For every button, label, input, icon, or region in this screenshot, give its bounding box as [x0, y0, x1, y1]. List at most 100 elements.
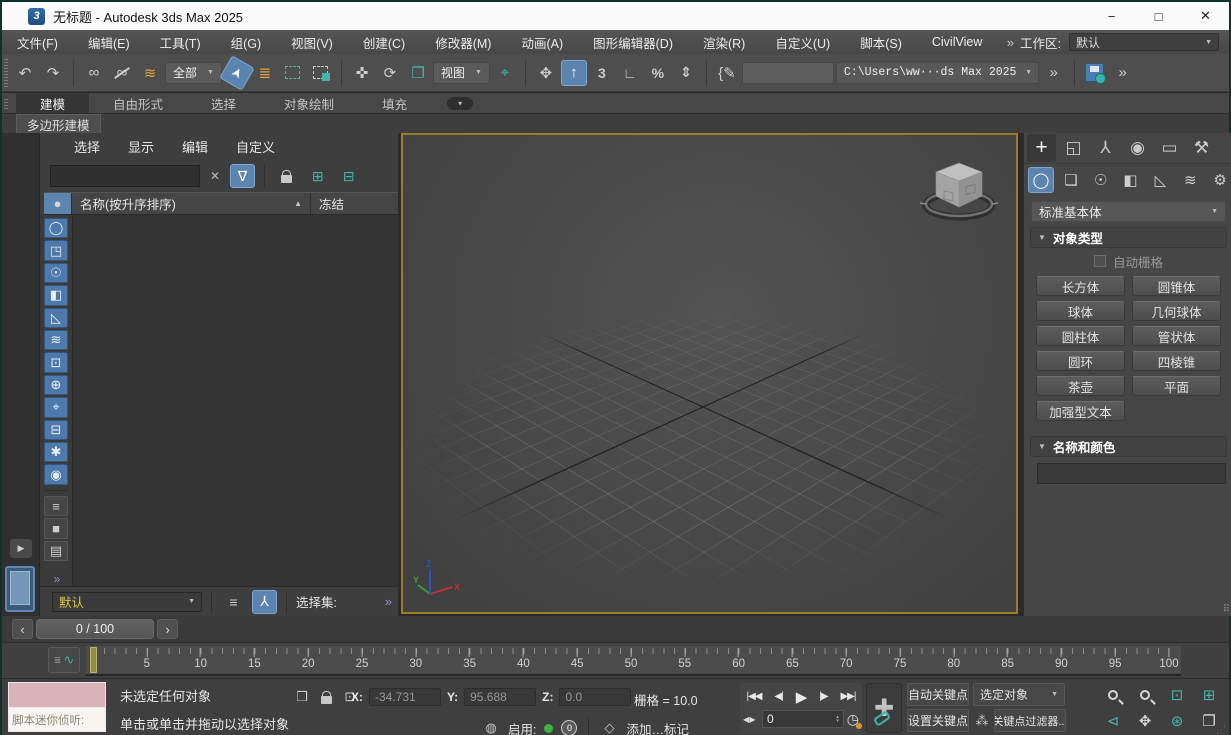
display-groups-icon[interactable]: ⊡: [44, 352, 68, 372]
ribbon-tab-建模[interactable]: 建模: [16, 93, 89, 113]
tab-polygon-modeling[interactable]: 多边形建模: [16, 114, 101, 133]
key-mode-toggle-icon[interactable]: ◀ ▶: [743, 715, 759, 724]
display-geometry-icon[interactable]: ◯: [44, 218, 68, 238]
pan-view-icon[interactable]: ✥: [1130, 709, 1160, 733]
object-type-button[interactable]: 长方体: [1036, 276, 1125, 296]
display-space-warps-icon[interactable]: ≋: [44, 330, 68, 350]
display-list-icon[interactable]: ≡: [44, 496, 68, 516]
zoom-extents-all-icon[interactable]: ⊞: [1194, 683, 1224, 707]
create-geometry-icon[interactable]: ◯: [1028, 167, 1054, 193]
mini-curve-editor-button[interactable]: ≣ ∿: [48, 647, 80, 673]
keyboard-shortcut-override-icon[interactable]: ↑: [561, 60, 587, 86]
select-and-scale-icon[interactable]: ❐: [405, 60, 431, 86]
select-and-rotate-icon[interactable]: ⟳: [377, 60, 403, 86]
ribbon-drag-handle[interactable]: [4, 97, 8, 109]
display-properties-icon[interactable]: ▤: [44, 541, 68, 561]
object-name-field[interactable]: [1037, 463, 1226, 484]
spinner-snap-toggle-icon[interactable]: ⇕: [673, 60, 699, 86]
create-cameras-icon[interactable]: ◧: [1118, 167, 1144, 193]
auto-key-button[interactable]: 自动关键点: [907, 683, 969, 706]
x-coordinate-field[interactable]: -34.731: [369, 688, 441, 706]
redo-icon[interactable]: ↷: [40, 60, 66, 86]
menu-item[interactable]: 图形编辑器(D): [578, 30, 688, 54]
object-type-button[interactable]: 茶壶: [1036, 376, 1125, 396]
menu-item[interactable]: 编辑(E): [73, 30, 145, 54]
maximize-button[interactable]: □: [1135, 2, 1182, 30]
selection-lock-icon[interactable]: [317, 688, 335, 706]
explorer-preset-dropdown[interactable]: 默认 ▼: [52, 592, 202, 612]
project-folder-path-dropdown[interactable]: C:\Users\ww···ds Max 2025▼: [836, 62, 1039, 84]
go-to-start-icon[interactable]: |◀◀: [746, 691, 761, 702]
select-object-icon[interactable]: ➤: [219, 55, 255, 91]
display-frozen-icon[interactable]: ◉: [44, 464, 68, 484]
column-name-header[interactable]: 名称(按升序排序) ▲: [72, 193, 310, 214]
use-pivot-point-center-icon[interactable]: ⌖: [492, 60, 518, 86]
toolbar-overflow-icon[interactable]: »: [1041, 60, 1067, 86]
menubar-overflow-icon[interactable]: »: [1007, 35, 1012, 50]
display-containers-icon[interactable]: ⊟: [44, 420, 68, 440]
object-type-button[interactable]: 球体: [1036, 301, 1125, 321]
hierarchy-mode-icon[interactable]: ⅄: [252, 590, 277, 614]
create-systems-icon[interactable]: ⚙: [1207, 167, 1231, 193]
display-tab-icon[interactable]: ▭: [1155, 134, 1184, 162]
key-filters-button[interactable]: 关键点过滤器...: [994, 709, 1066, 732]
selection-filter-dropdown[interactable]: 全部▼: [165, 62, 222, 84]
menu-item[interactable]: 自定义(U): [760, 30, 845, 54]
zero-badge[interactable]: 0: [561, 720, 577, 735]
explorer-menu-item[interactable]: 自定义: [222, 137, 289, 156]
search-input[interactable]: [50, 165, 200, 187]
select-by-name-icon[interactable]: ≣: [252, 60, 278, 86]
menu-item[interactable]: 创建(C): [348, 30, 420, 54]
object-type-button[interactable]: 圆环: [1036, 351, 1125, 371]
object-type-button[interactable]: 圆锥体: [1132, 276, 1221, 296]
hierarchy-tab-icon[interactable]: ⅄: [1091, 134, 1120, 162]
select-and-move-icon[interactable]: ✜: [349, 60, 375, 86]
strip-overflow-icon[interactable]: »: [54, 572, 59, 586]
toolbar-drag-handle[interactable]: [4, 58, 8, 87]
set-keys-button[interactable]: ✚: [866, 683, 902, 733]
explorer-menu-item[interactable]: 选择: [60, 137, 114, 156]
bind-to-space-warp-icon[interactable]: ≋: [137, 60, 163, 86]
object-type-button[interactable]: 管状体: [1132, 326, 1221, 346]
select-and-link-icon[interactable]: ∞: [81, 60, 107, 86]
modify-tab-icon[interactable]: ◱: [1059, 134, 1088, 162]
isolate-selection-icon[interactable]: ◍: [482, 719, 500, 735]
menu-item[interactable]: 工具(T): [145, 30, 216, 54]
go-to-end-icon[interactable]: ▶▶|: [840, 691, 855, 702]
field-of-view-icon[interactable]: ⊲: [1098, 709, 1128, 733]
display-cameras-icon[interactable]: ◧: [44, 285, 68, 305]
name-color-rollout-header[interactable]: ▼ 名称和颜色 ⠿: [1030, 436, 1227, 457]
create-lights-icon[interactable]: ☉: [1088, 167, 1114, 193]
close-button[interactable]: ✕: [1182, 2, 1229, 30]
display-helpers-icon[interactable]: ◺: [44, 308, 68, 328]
viewcube[interactable]: [916, 147, 1002, 227]
layers-icon[interactable]: ≡: [221, 590, 246, 614]
menu-item[interactable]: 视图(V): [276, 30, 348, 54]
ribbon-tab-填充[interactable]: 填充: [358, 93, 431, 113]
ribbon-tab-选择[interactable]: 选择: [187, 93, 260, 113]
object-type-button[interactable]: 平面: [1132, 376, 1221, 396]
rectangular-selection-region-icon[interactable]: [280, 60, 306, 86]
previous-frame-button[interactable]: ‹: [12, 619, 33, 639]
perspective-viewport[interactable]: X Y Z: [401, 133, 1018, 614]
z-coordinate-field[interactable]: 0.0: [559, 688, 631, 706]
minimize-button[interactable]: −: [1088, 2, 1135, 30]
create-tab-icon[interactable]: +: [1027, 134, 1056, 162]
angle-snap-toggle-icon[interactable]: ∟: [617, 60, 643, 86]
listener-macro-pane[interactable]: [8, 682, 106, 708]
column-frozen-header[interactable]: 冻结: [310, 193, 398, 214]
maxscript-mini-listener[interactable]: 脚本迷你侦听:: [8, 682, 106, 732]
object-type-rollout-header[interactable]: ▼ 对象类型 ⠿: [1030, 227, 1227, 248]
listener-script-pane[interactable]: 脚本迷你侦听:: [8, 708, 106, 732]
timeline-ruler[interactable]: 0510152025303540455055606570758085909510…: [86, 646, 1181, 676]
display-shapes-icon[interactable]: ◳: [44, 240, 68, 260]
named-selection-sets-field[interactable]: [742, 62, 834, 84]
explorer-menu-item[interactable]: 编辑: [168, 137, 222, 156]
next-frame-icon[interactable]: |▶: [819, 691, 827, 702]
create-helpers-icon[interactable]: ◺: [1147, 167, 1173, 193]
select-and-manipulate-icon[interactable]: ✥: [533, 60, 559, 86]
display-xrefs-icon[interactable]: ⊕: [44, 375, 68, 395]
viewport-layout-tab[interactable]: [5, 566, 35, 612]
lock-icon[interactable]: [274, 164, 299, 188]
key-mode-dropdown[interactable]: 选定对象 ▼: [973, 683, 1065, 706]
